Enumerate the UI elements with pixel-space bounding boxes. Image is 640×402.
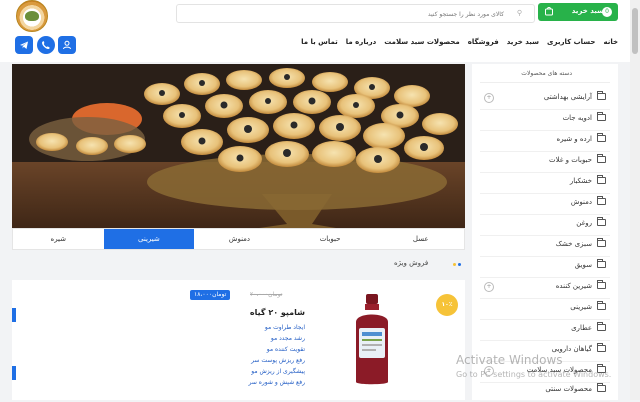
page-scrollbar[interactable] [630, 0, 640, 400]
tab-syrup[interactable]: شیره [13, 229, 104, 249]
tab-legumes[interactable]: حبوبات [285, 229, 376, 249]
sidebar-item-label: حبوبات و غلات [549, 156, 592, 164]
tab-sweets[interactable]: شیرینی [103, 229, 195, 249]
new-price: ۱۸،۰۰۰تومان [190, 290, 231, 300]
nav-home[interactable]: خانه [603, 38, 618, 46]
special-sale-title: فروش ویژه [394, 259, 429, 267]
sidebar-item-label: خشکبار [569, 177, 592, 185]
sidebar-item-grains[interactable]: حبوبات و غلات [480, 151, 610, 173]
activate-windows-watermark: Activate Windows [456, 353, 563, 367]
site-header: ⚲ سبد خرید 0 خانه حساب کاربری سبد خرید ف… [0, 0, 630, 62]
folder-icon [597, 217, 606, 226]
carousel-next-indicator[interactable] [12, 366, 16, 380]
sidebar-title: دسته های محصولات [521, 70, 572, 77]
site-logo[interactable] [16, 0, 48, 32]
folder-icon [597, 301, 606, 310]
sidebar-item-traditional[interactable]: محصولات سنتی [480, 380, 610, 402]
telegram-icon[interactable] [15, 36, 33, 54]
product-feature: تقویت کننده مو [266, 346, 305, 353]
nav-cart[interactable]: سبد خرید [507, 38, 539, 46]
folder-icon [597, 175, 606, 184]
shampoo-bottle-image [356, 294, 388, 385]
search-box: ⚲ [176, 4, 535, 23]
sidebar-item-cosmetics[interactable]: آرایشی بهداشتی + [480, 88, 610, 110]
folder-icon [597, 133, 606, 142]
sidebar-item-oil[interactable]: روغن [480, 214, 610, 236]
product-feature: ایجاد طراوت مو [264, 324, 305, 331]
nav-health-basket[interactable]: محصولات سبد سلامت [384, 38, 460, 46]
category-sidebar: دسته های محصولات آرایشی بهداشتی + ادویه … [472, 64, 618, 402]
tab-honey[interactable]: عسل [375, 229, 466, 249]
sidebar-item-label: شیرینی [570, 303, 592, 311]
sidebar-item-herbalist[interactable]: عطاری [480, 319, 610, 341]
folder-icon [597, 280, 606, 289]
main-nav: خانه حساب کاربری سبد خرید فروشگاه محصولا… [301, 38, 618, 46]
sidebar-item-label: سویق [574, 261, 592, 269]
folder-icon [597, 154, 606, 163]
product-card[interactable]: ۱۰٪ ۲۰،۰۰۰تومان ۱۸،۰۰۰تومان شامپو ۲۰ گیا… [12, 280, 465, 400]
folder-icon [597, 383, 606, 392]
folder-icon [597, 322, 606, 331]
sidebar-item-label: روغن [576, 219, 592, 227]
product-feature: رفع ریزش پوست سر [251, 357, 305, 364]
sidebar-item-dried-herbs[interactable]: سبزی خشک [480, 235, 610, 257]
product-feature: رفع شپش و شوره سر [248, 379, 305, 386]
nav-about[interactable]: درباره ما [346, 38, 376, 46]
sidebar-item-label: گیاهان دارویی [551, 345, 592, 353]
carousel-prev-indicator[interactable] [12, 308, 16, 322]
sidebar-item-label: ارده و شیره [556, 135, 592, 143]
activate-windows-subtext: Go to PC settings to activate Windows. [456, 370, 612, 379]
folder-icon [597, 196, 606, 205]
nav-contact[interactable]: تماس با ما [301, 38, 338, 46]
product-title[interactable]: شامپو ۲۰ گیاه [250, 308, 305, 317]
sidebar-item-sweets[interactable]: شیرینی [480, 298, 610, 320]
nav-account[interactable]: حساب کاربری [547, 38, 595, 46]
sidebar-item-savigh[interactable]: سویق [480, 256, 610, 278]
hero-banner[interactable] [12, 64, 465, 229]
folder-icon [597, 112, 606, 121]
folder-icon [597, 259, 606, 268]
expand-icon[interactable]: + [484, 282, 494, 292]
phone-icon[interactable] [37, 36, 55, 54]
cookies-image [12, 64, 465, 229]
expand-icon[interactable]: + [484, 93, 494, 103]
sidebar-item-label: سبزی خشک [555, 240, 592, 248]
search-icon[interactable]: ⚲ [517, 9, 522, 17]
old-price: ۲۰،۰۰۰تومان [250, 291, 283, 298]
user-account-icon[interactable] [58, 36, 76, 54]
divider [480, 82, 610, 83]
folder-icon [597, 238, 606, 247]
section-dots [453, 263, 465, 266]
category-tabs: عسل حبوبات دمنوش شیرینی شیره [12, 228, 465, 250]
search-input[interactable] [302, 7, 506, 21]
sidebar-item-spices[interactable]: ادویه جات [480, 109, 610, 131]
folder-icon [597, 343, 606, 352]
shopping-bag-icon [545, 7, 553, 16]
sidebar-item-label: شیرین کننده [555, 282, 592, 290]
sidebar-item-label: آرایشی بهداشتی [543, 93, 592, 101]
sidebar-item-label: ادویه جات [562, 114, 592, 122]
sidebar-item-dried-fruits[interactable]: خشکبار [480, 172, 610, 194]
product-feature: رشد مجدد مو [270, 335, 305, 342]
cart-label: سبد خرید [571, 7, 604, 15]
tab-herbal-tea[interactable]: دمنوش [194, 229, 285, 249]
sidebar-item-sweeteners[interactable]: شیرین کننده + [480, 277, 610, 299]
sidebar-item-label: عطاری [571, 324, 592, 332]
folder-icon [597, 91, 606, 100]
sidebar-item-herbal-tea[interactable]: دمنوش [480, 193, 610, 215]
cart-count-badge: 0 [602, 7, 612, 17]
nav-shop[interactable]: فروشگاه [468, 38, 499, 46]
product-feature: پیشگیری از ریزش مو [251, 368, 305, 375]
scrollbar-thumb[interactable] [632, 8, 638, 54]
sidebar-item-label: محصولات سنتی [545, 385, 592, 393]
discount-badge: ۱۰٪ [436, 294, 458, 316]
sidebar-item-tahini-syrup[interactable]: ارده و شیره [480, 130, 610, 152]
sidebar-item-label: دمنوش [570, 198, 592, 206]
cart-button[interactable]: سبد خرید 0 [538, 3, 618, 21]
